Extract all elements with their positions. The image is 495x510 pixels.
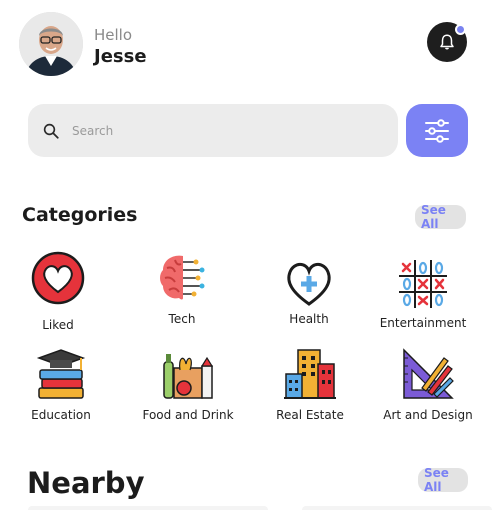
category-label: Health	[289, 312, 329, 326]
category-tech[interactable]: Tech	[127, 250, 237, 326]
brain-circuit-icon	[160, 255, 205, 300]
categories-see-all-button[interactable]: See All	[415, 203, 466, 231]
nearby-card-edge-right	[302, 506, 492, 510]
category-label: Art and Design	[383, 408, 473, 422]
category-health[interactable]: Health	[254, 258, 364, 326]
nearby-card-edge-left	[28, 506, 268, 510]
category-label: Liked	[42, 318, 74, 332]
header: Hello Jesse	[19, 12, 479, 78]
avatar[interactable]	[19, 12, 83, 76]
sliders-icon	[425, 118, 449, 143]
category-label: Tech	[168, 312, 196, 326]
greeting-text: Hello	[94, 26, 133, 44]
user-name: Jesse	[94, 46, 147, 67]
nearby-see-all-button[interactable]: See All	[418, 466, 468, 494]
grocery-bag-icon	[163, 354, 214, 399]
category-real-estate[interactable]: Real Estate	[255, 348, 365, 422]
nearby-title: Nearby	[27, 466, 145, 500]
buildings-icon	[284, 349, 336, 399]
health-heart-plus-icon	[287, 262, 331, 306]
category-label: Real Estate	[276, 408, 344, 422]
category-label: Entertainment	[379, 316, 467, 330]
filter-button[interactable]	[406, 104, 468, 157]
notification-dot	[455, 24, 466, 35]
category-education[interactable]: Education	[6, 348, 116, 422]
search-icon	[43, 123, 59, 139]
category-liked[interactable]: Liked	[3, 250, 113, 332]
tic-tac-toe-icon	[399, 260, 447, 308]
search-bar[interactable]: Search	[28, 104, 398, 157]
bell-icon	[440, 34, 454, 50]
category-food-and-drink[interactable]: Food and Drink	[133, 348, 243, 422]
category-label: Education	[31, 408, 91, 422]
ruler-pencils-icon	[403, 348, 454, 399]
books-graduation-cap-icon	[36, 349, 86, 399]
category-art-and-design[interactable]: Art and Design	[373, 348, 483, 422]
category-entertainment[interactable]: Entertainment	[368, 258, 478, 330]
heart-icon	[31, 251, 85, 305]
search-input[interactable]: Search	[72, 124, 113, 138]
category-label: Food and Drink	[142, 408, 234, 422]
categories-title: Categories	[22, 204, 138, 226]
